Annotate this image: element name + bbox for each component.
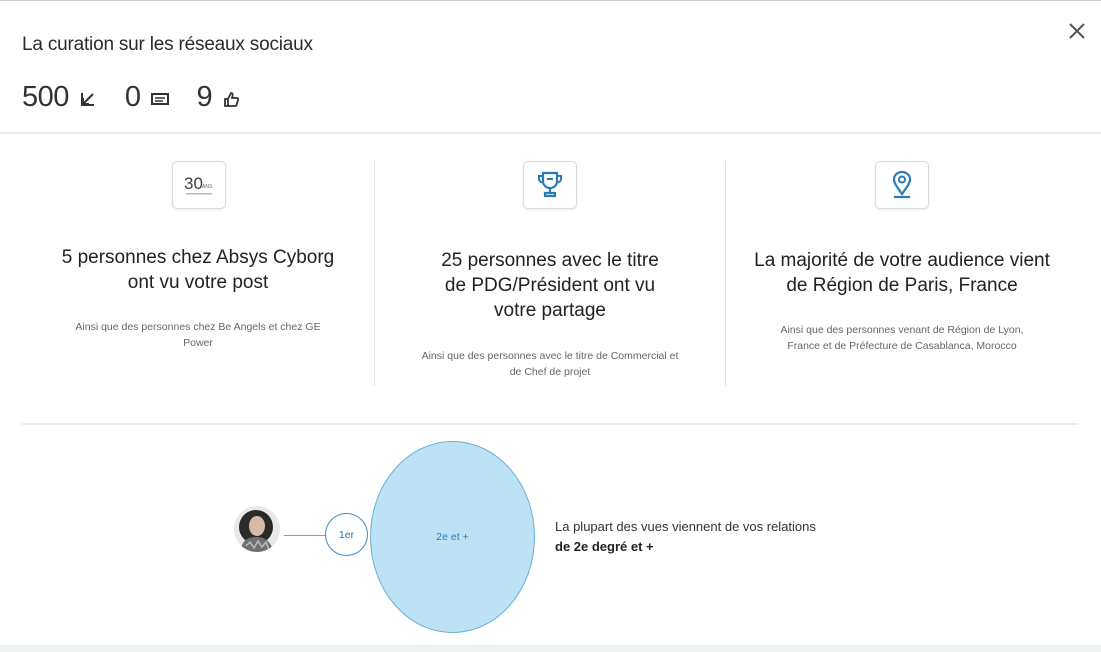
- views-count: 500: [22, 80, 69, 113]
- network-connector-line: [284, 535, 326, 536]
- svg-text:30: 30: [184, 174, 203, 193]
- section-divider: [22, 423, 1078, 425]
- svg-text:ANS: ANS: [202, 184, 213, 190]
- network-summary: La plupart des vues viennent de vos rela…: [555, 517, 816, 557]
- comments-count: 0: [124, 80, 141, 113]
- trophy-icon: [523, 161, 577, 209]
- network-summary-line2: de 2e degré et +: [555, 539, 654, 554]
- insight-job-title: 25 personnes avec le titre de PDG/Présid…: [375, 134, 725, 394]
- comments-stat[interactable]: 0: [125, 81, 171, 114]
- post-title: La curation sur les réseaux sociaux: [22, 34, 313, 55]
- company-logo: 30 ANS: [172, 161, 226, 209]
- location-pin-icon: [875, 161, 929, 209]
- first-degree-bubble: 1er: [325, 513, 368, 556]
- close-icon: [1069, 23, 1085, 39]
- insight-company-detail: Ainsi que des personnes chez Be Angels e…: [75, 321, 321, 349]
- insight-job-title-headline: 25 personnes avec le titre de PDG/Présid…: [441, 250, 659, 321]
- post-analytics-modal: La curation sur les réseaux sociaux 500 …: [0, 0, 1101, 652]
- comment-icon: [149, 88, 171, 110]
- views-stat[interactable]: 500: [22, 81, 99, 114]
- post-stats: 500 0 9: [22, 79, 268, 115]
- insight-location: La majorité de votre audience vient de R…: [726, 134, 1078, 394]
- insight-location-detail: Ainsi que des personnes venant de Région…: [780, 324, 1024, 352]
- insight-job-title-detail: Ainsi que des personnes avec le titre de…: [421, 350, 679, 378]
- modal-footer-bar: [0, 645, 1101, 652]
- views-arrow-icon: [77, 88, 99, 110]
- insight-company-headline: 5 personnes chez Absys Cyborg ont vu vot…: [61, 247, 335, 293]
- avatar: [234, 506, 280, 552]
- audience-insights: 30 ANS 5 personnes chez Absys Cyborg ont…: [0, 134, 1101, 394]
- insight-company: 30 ANS 5 personnes chez Absys Cyborg ont…: [22, 134, 374, 394]
- close-button[interactable]: [1063, 17, 1091, 45]
- likes-stat[interactable]: 9: [197, 81, 243, 114]
- insight-location-headline: La majorité de votre audience vient de R…: [754, 250, 1050, 296]
- modal-header: La curation sur les réseaux sociaux 500 …: [0, 1, 1101, 132]
- network-summary-line1: La plupart des vues viennent de vos rela…: [555, 519, 816, 534]
- likes-count: 9: [196, 80, 213, 113]
- second-degree-bubble: 2e et +: [370, 441, 535, 633]
- thumbs-up-icon: [220, 88, 242, 110]
